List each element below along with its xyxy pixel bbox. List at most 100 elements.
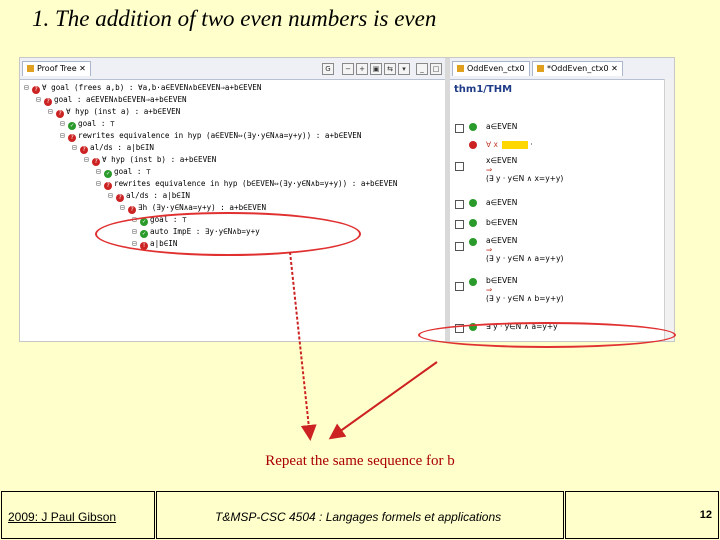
pending-icon: ? xyxy=(32,86,40,94)
proof-state-tabbar: OddEven_ctx0 *OddEven_ctx0 ✕ xyxy=(450,58,674,80)
forall-label: ∀ x xyxy=(486,140,498,149)
tree-node[interactable]: ⊟ ✓ goal : ⊤ xyxy=(96,166,151,178)
hypothesis-row: a∈EVEN xyxy=(450,120,660,138)
slide-title: 1. The addition of two even numbers is e… xyxy=(32,6,437,31)
tree-node[interactable]: ⊟? rewrites equivalence in hyp (b∈EVEN⇔(∃… xyxy=(96,178,398,190)
tab-oddeven-ctx0-dirty[interactable]: *OddEven_ctx0 ✕ xyxy=(532,61,623,76)
view-menu-icon[interactable]: ▾ xyxy=(398,63,410,75)
hyp-line: a∈EVEN xyxy=(486,236,518,245)
twisty-icon[interactable]: ⊟ xyxy=(48,106,56,117)
footer-course: T&MSP-CSC 4504 : Langages formels et app… xyxy=(215,510,502,524)
twisty-icon[interactable]: ⊟ xyxy=(36,94,44,105)
vertical-scrollbar[interactable] xyxy=(664,79,674,341)
hypothesis-text: b∈EVEN xyxy=(486,218,518,227)
twisty-icon[interactable]: ⊟ xyxy=(72,142,80,153)
proof-tree-tab-icon xyxy=(27,65,34,72)
twisty-icon[interactable]: ⊟ xyxy=(120,202,128,213)
proof-tree-tabbar: Proof Tree ✕ G − + ▣ ⇆ ▾ _ □ xyxy=(20,58,445,80)
tab-label: OddEven_ctx0 xyxy=(467,64,525,73)
annotation-text: Repeat the same sequence for b xyxy=(265,453,455,469)
highlight-ellipse-hyp xyxy=(418,322,676,348)
hypothesis-text: a∈EVEN ⇒ (∃ y · y∈N ∧ a=y+y) xyxy=(486,236,563,263)
hypothesis-text: x∈EVEN ⇒ (∃ y · y∈N ∧ x=y+y) xyxy=(486,156,563,183)
hyp-line: x∈EVEN xyxy=(486,156,518,165)
hypothesis-text: b∈EVEN ⇒ (∃ y · y∈N ∧ b=y+y) xyxy=(486,276,564,303)
apply-icon[interactable] xyxy=(469,219,477,227)
apply-icon[interactable] xyxy=(469,278,477,286)
instantiate-icon[interactable] xyxy=(469,141,477,149)
hypothesis-text: a∈EVEN xyxy=(486,122,518,131)
tree-node-label: ∀ hyp (inst b) : a+b∈EVEN xyxy=(102,155,217,164)
goal-filter-icon[interactable]: G xyxy=(322,63,334,75)
twisty-icon[interactable]: ⊟ xyxy=(60,118,68,129)
tree-node-label: goal : a∈EVEN∧b∈EVEN⇒a+b∈EVEN xyxy=(54,95,187,104)
twisty-icon[interactable]: ⊟ xyxy=(108,190,116,201)
implication-link[interactable]: ⇒ xyxy=(486,165,563,174)
hypothesis-row: a∈EVEN ⇒ (∃ y · y∈N ∧ a=y+y) xyxy=(450,236,660,268)
discharged-icon: ✓ xyxy=(68,122,76,130)
tree-node[interactable]: ⊟? rewrites equivalence in hyp (a∈EVEN⇔(∃… xyxy=(60,130,362,142)
hypothesis-text: a∈EVEN xyxy=(486,198,518,207)
tree-node[interactable]: ⊟? ∀ hyp (inst b) : a+b∈EVEN xyxy=(84,154,217,166)
pending-icon: ? xyxy=(128,206,136,214)
select-checkbox[interactable] xyxy=(455,220,464,229)
tree-node-label: al/ds : a|b∈IN xyxy=(90,143,155,152)
footer-page-box: 12 xyxy=(565,491,719,539)
select-checkbox[interactable] xyxy=(455,242,464,251)
proof-obligation-title: thm1/THM xyxy=(454,84,513,95)
pending-icon: ? xyxy=(80,146,88,154)
filter-icon[interactable]: ▣ xyxy=(370,63,382,75)
tab-oddeven-ctx0[interactable]: OddEven_ctx0 xyxy=(452,61,530,76)
context-tab-icon xyxy=(537,65,544,72)
tree-node[interactable]: ⊟ ✓ goal : ⊤ xyxy=(60,118,115,130)
minimize-icon[interactable]: _ xyxy=(416,63,428,75)
tree-node-label: al/ds : a|b∈IN xyxy=(126,191,191,200)
tab-proof-tree[interactable]: Proof Tree ✕ xyxy=(22,61,91,76)
hyp-line: (∃ y · y∈N ∧ x=y+y) xyxy=(486,174,564,183)
apply-icon[interactable] xyxy=(469,238,477,246)
tree-node[interactable]: ⊟? al/ds : a|b∈IN xyxy=(108,190,191,202)
tree-node[interactable]: ⊟? goal : a∈EVEN∧b∈EVEN⇒a+b∈EVEN xyxy=(36,94,187,106)
twisty-icon[interactable]: ⊟ xyxy=(96,178,104,189)
hypothesis-row: ∀ x · xyxy=(450,138,660,156)
tree-node[interactable]: ⊟? ∀ goal (frees a,b) : ∀a,b·a∈EVEN∧b∈EVE… xyxy=(24,82,261,94)
pending-icon: ? xyxy=(92,158,100,166)
expand-icon[interactable]: + xyxy=(356,63,368,75)
tree-node-label: ∃h (∃y·y∈N∧a=y+y) : a+b∈EVEN xyxy=(138,203,267,212)
tab-label: *OddEven_ctx0 xyxy=(547,64,609,73)
twisty-icon[interactable]: ⊟ xyxy=(60,130,68,141)
link-icon[interactable]: ⇆ xyxy=(384,63,396,75)
tree-node-label: goal : ⊤ xyxy=(114,167,151,176)
hyp-line: (∃ y · y∈N ∧ a=y+y) xyxy=(486,254,564,263)
apply-icon[interactable] xyxy=(469,123,477,131)
tree-node[interactable]: ⊟? ∀ hyp (inst a) : a+b∈EVEN xyxy=(48,106,181,118)
twisty-icon[interactable]: ⊟ xyxy=(84,154,92,165)
context-tab-icon xyxy=(457,65,464,72)
implication-link[interactable]: ⇒ xyxy=(486,245,563,254)
select-checkbox[interactable] xyxy=(455,162,464,171)
proof-state-pane: OddEven_ctx0 *OddEven_ctx0 ✕ thm1/THM a∈… xyxy=(450,58,674,341)
implication-link[interactable]: ⇒ xyxy=(486,285,564,294)
collapse-icon[interactable]: − xyxy=(342,63,354,75)
apply-icon[interactable] xyxy=(469,199,477,207)
tree-node-label: rewrites equivalence in hyp (b∈EVEN⇔(∃y·… xyxy=(114,179,398,188)
footer-author-box: 2009: J Paul Gibson xyxy=(1,491,155,539)
footer-course-box: T&MSP-CSC 4504 : Langages formels et app… xyxy=(156,491,564,539)
select-checkbox[interactable] xyxy=(455,282,464,291)
pending-icon: ? xyxy=(104,182,112,190)
tree-node-label: rewrites equivalence in hyp (a∈EVEN⇔(∃y·… xyxy=(78,131,362,140)
instantiation-input[interactable] xyxy=(501,141,528,149)
highlight-ellipse-tree xyxy=(95,212,361,256)
hypothesis-row: a∈EVEN xyxy=(450,196,660,214)
arrow-from-hyp xyxy=(328,361,438,440)
maximize-icon[interactable]: □ xyxy=(430,63,442,75)
hyp-line: b∈EVEN xyxy=(486,276,518,285)
tree-node-label: ∀ hyp (inst a) : a+b∈EVEN xyxy=(66,107,181,116)
twisty-icon[interactable]: ⊟ xyxy=(96,166,104,177)
twisty-icon[interactable]: ⊟ xyxy=(24,82,32,93)
footer-author[interactable]: 2009: J Paul Gibson xyxy=(8,510,116,524)
select-checkbox[interactable] xyxy=(455,200,464,209)
select-checkbox[interactable] xyxy=(455,124,464,133)
hypothesis-text: ∀ x · xyxy=(486,140,533,149)
tree-node[interactable]: ⊟? al/ds : a|b∈IN xyxy=(72,142,155,154)
